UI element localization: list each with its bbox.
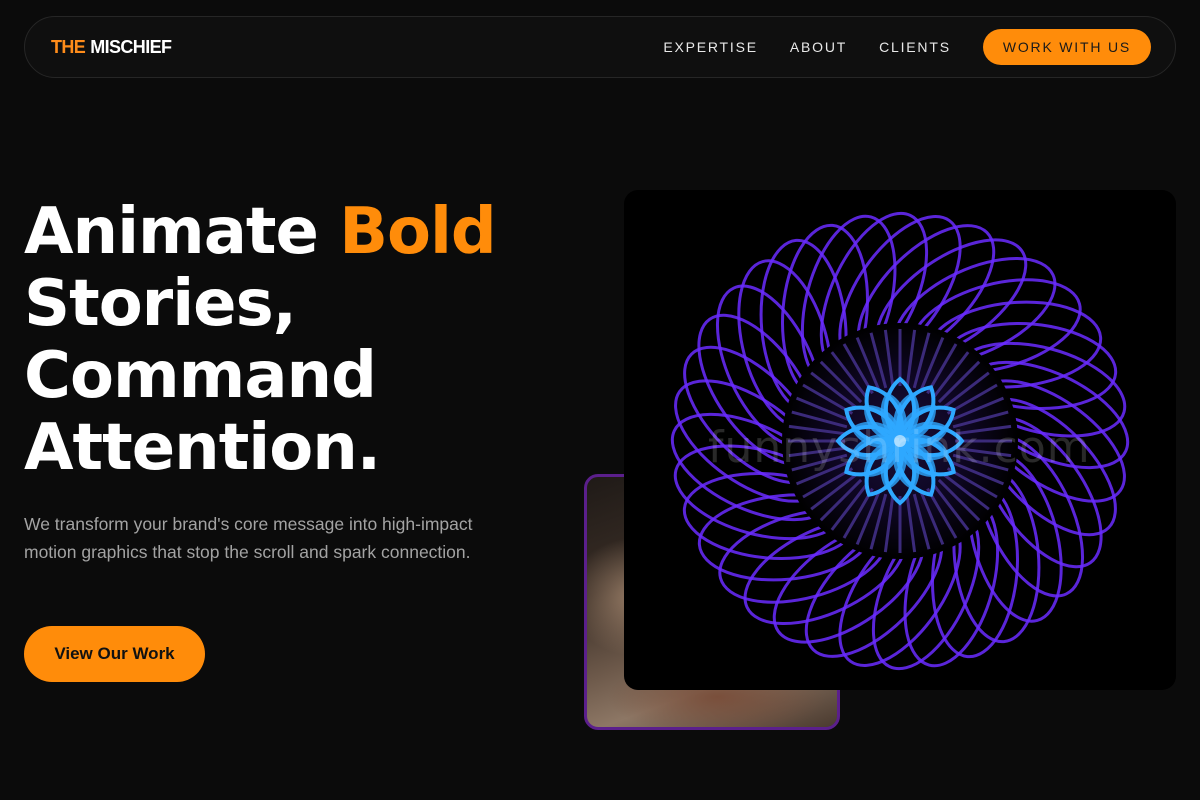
nav-link-clients[interactable]: CLIENTS (879, 39, 951, 55)
nav-link-expertise[interactable]: EXPERTISE (663, 39, 758, 55)
top-nav: THE MISCHIEF EXPERTISE ABOUT CLIENTS WOR… (24, 16, 1176, 78)
hero-title-word: Animate (24, 195, 319, 269)
hero-title-line-3: Command (24, 339, 377, 413)
logo[interactable]: THE MISCHIEF (51, 36, 172, 58)
logo-prefix: THE (51, 36, 86, 57)
hero-title-accent: Bold (339, 195, 496, 269)
watermark: funnyshrink.com (708, 422, 1091, 473)
hero-title: Animate Bold Stories, Command Attention. (24, 196, 584, 484)
hero-title-line-1: Animate Bold (24, 196, 584, 268)
view-our-work-button[interactable]: View Our Work (24, 626, 205, 682)
hero-subtitle: We transform your brand's core message i… (24, 514, 473, 562)
hero-visual[interactable]: funnyshrink.com (624, 190, 1176, 690)
hero-title-line-2: Stories, (24, 267, 297, 341)
nav-link-about[interactable]: ABOUT (790, 39, 847, 55)
hero-title-line-4: Attention. (24, 411, 381, 485)
work-with-us-button[interactable]: WORK WITH US (982, 29, 1151, 65)
logo-name: MISCHIEF (90, 36, 172, 57)
nav-links: EXPERTISE ABOUT CLIENTS WORK WITH US (663, 29, 1151, 65)
